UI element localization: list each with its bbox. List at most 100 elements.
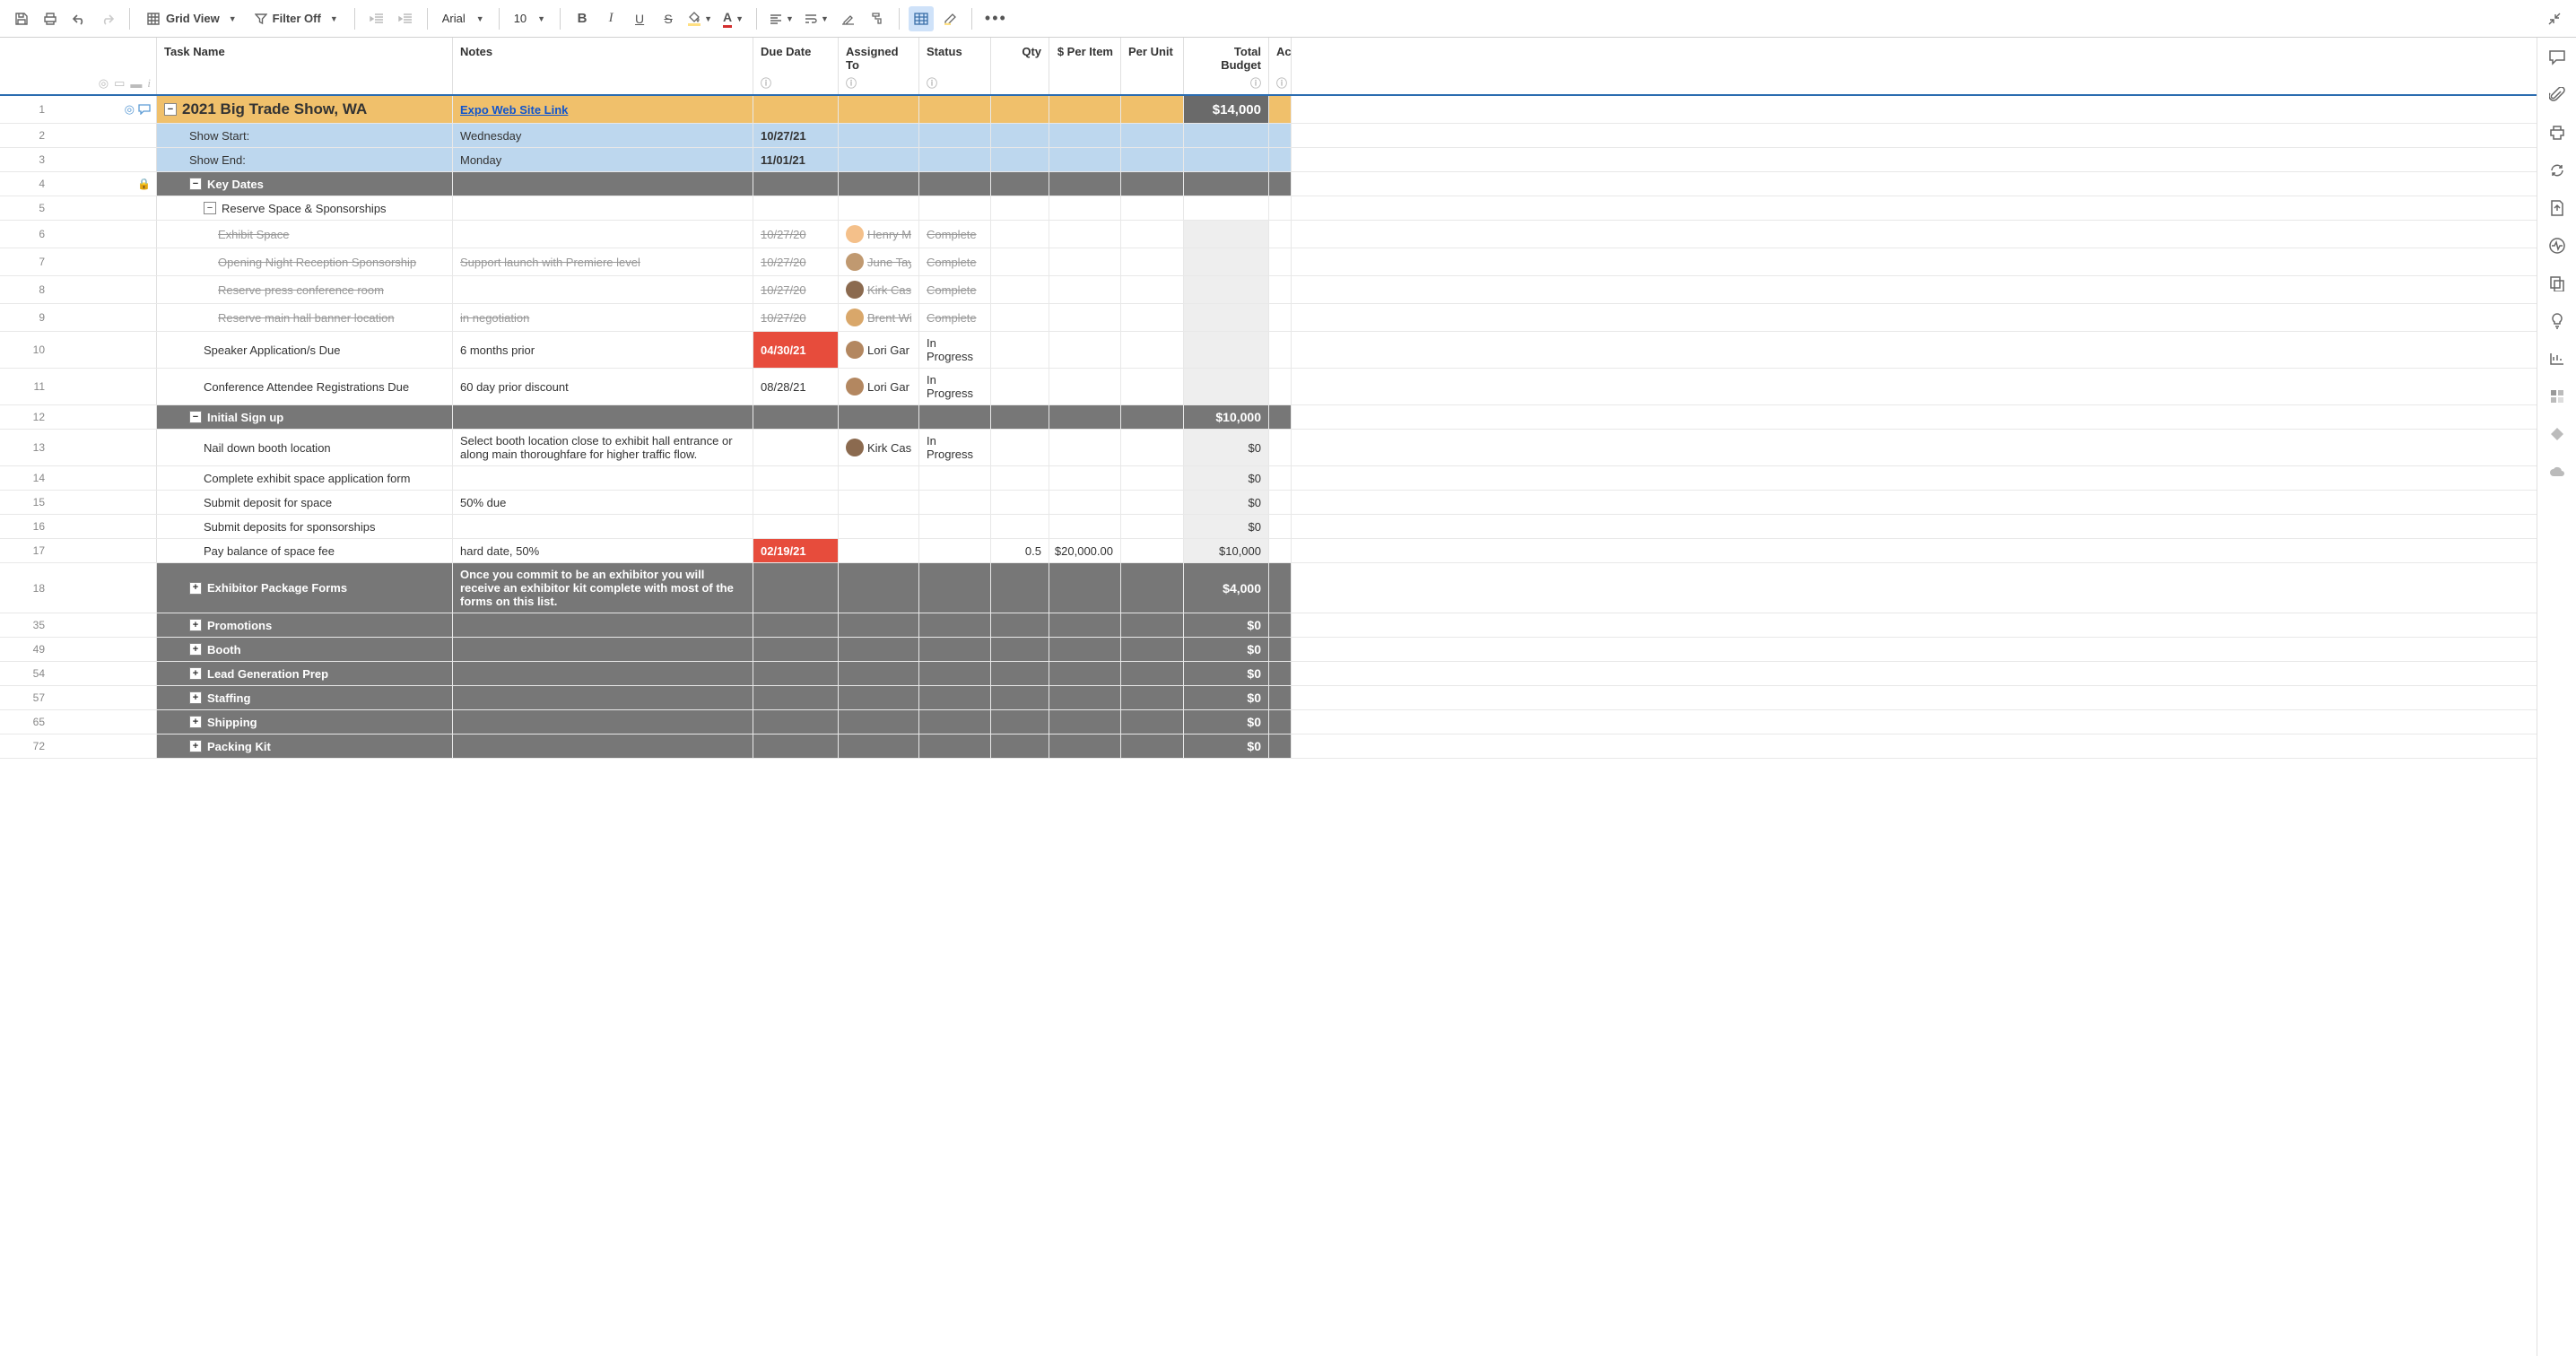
cell-task[interactable]: Nail down booth location	[157, 430, 453, 465]
bold-icon[interactable]: B	[570, 6, 595, 31]
cell-ac[interactable]	[1269, 539, 1292, 562]
cell-status[interactable]	[919, 563, 991, 613]
cell-unit[interactable]	[1121, 248, 1184, 275]
cell-price[interactable]	[1049, 276, 1121, 303]
expand-toggle[interactable]: +	[189, 643, 202, 656]
cell-task[interactable]: Pay balance of space fee	[157, 539, 453, 562]
cell-assigned[interactable]	[839, 539, 919, 562]
header-unit[interactable]: Per Unit	[1121, 38, 1184, 94]
cell-due-date[interactable]	[753, 613, 839, 637]
cell-notes[interactable]: 6 months prior	[453, 332, 753, 368]
cell-ac[interactable]	[1269, 196, 1292, 220]
table-row[interactable]: 4🔒−Key Dates	[0, 172, 2537, 196]
table-row[interactable]: 14Complete exhibit space application for…	[0, 466, 2537, 491]
cell-budget[interactable]	[1184, 248, 1269, 275]
header-qty[interactable]: Qty	[991, 38, 1049, 94]
cell-qty[interactable]	[991, 248, 1049, 275]
cell-assigned[interactable]	[839, 148, 919, 171]
underline-icon[interactable]: U	[627, 6, 652, 31]
cell-status[interactable]	[919, 148, 991, 171]
table-row[interactable]: 1◎−2021 Big Trade Show, WAExpo Web Site …	[0, 96, 2537, 124]
cell-task[interactable]: −Reserve Space & Sponsorships	[157, 196, 453, 220]
chart-panel-icon[interactable]	[2546, 348, 2568, 369]
cell-budget[interactable]: $0	[1184, 515, 1269, 538]
cell-notes[interactable]: Expo Web Site Link	[453, 96, 753, 123]
cell-task[interactable]: +Exhibitor Package Forms	[157, 563, 453, 613]
cell-due-date[interactable]: 10/27/20	[753, 221, 839, 248]
cell-notes[interactable]	[453, 686, 753, 709]
cell-price[interactable]	[1049, 710, 1121, 734]
table-row[interactable]: 7Opening Night Reception SponsorshipSupp…	[0, 248, 2537, 276]
cell-unit[interactable]	[1121, 430, 1184, 465]
cell-task[interactable]: Submit deposit for space	[157, 491, 453, 514]
cell-assigned[interactable]: Kirk Cas	[839, 430, 919, 465]
cell-assigned[interactable]	[839, 172, 919, 196]
cell-status[interactable]	[919, 734, 991, 758]
cell-budget[interactable]	[1184, 148, 1269, 171]
cell-assigned[interactable]	[839, 734, 919, 758]
cell-qty[interactable]	[991, 430, 1049, 465]
cell-notes[interactable]: Once you commit to be an exhibitor you w…	[453, 563, 753, 613]
cell-qty[interactable]	[991, 172, 1049, 196]
apps-panel-icon[interactable]	[2546, 386, 2568, 407]
cell-unit[interactable]	[1121, 304, 1184, 331]
outdent-icon[interactable]	[364, 6, 389, 31]
cell-due-date[interactable]: 02/19/21	[753, 539, 839, 562]
cell-unit[interactable]	[1121, 466, 1184, 490]
cell-ac[interactable]	[1269, 304, 1292, 331]
strikethrough-icon[interactable]: S	[656, 6, 681, 31]
cell-price[interactable]	[1049, 686, 1121, 709]
table-row[interactable]: 57+Staffing$0	[0, 686, 2537, 710]
cell-status[interactable]	[919, 466, 991, 490]
cell-ac[interactable]	[1269, 734, 1292, 758]
table-row[interactable]: 12−Initial Sign up$10,000	[0, 405, 2537, 430]
cell-ac[interactable]	[1269, 221, 1292, 248]
table-row[interactable]: 18+Exhibitor Package FormsOnce you commi…	[0, 563, 2537, 613]
cell-unit[interactable]	[1121, 276, 1184, 303]
cell-ac[interactable]	[1269, 332, 1292, 368]
cell-task[interactable]: +Shipping	[157, 710, 453, 734]
cell-price[interactable]	[1049, 332, 1121, 368]
table-row[interactable]: 16Submit deposits for sponsorships$0	[0, 515, 2537, 539]
cell-due-date[interactable]: 04/30/21	[753, 332, 839, 368]
table-row[interactable]: 9Reserve main hall banner locationin neg…	[0, 304, 2537, 332]
cell-budget[interactable]: $10,000	[1184, 405, 1269, 429]
cell-unit[interactable]	[1121, 539, 1184, 562]
cell-price[interactable]	[1049, 248, 1121, 275]
more-icon[interactable]: •••	[981, 6, 1011, 31]
cell-notes[interactable]	[453, 710, 753, 734]
cell-price[interactable]	[1049, 221, 1121, 248]
cell-budget[interactable]: $10,000	[1184, 539, 1269, 562]
cell-due-date[interactable]	[753, 491, 839, 514]
idea-panel-icon[interactable]	[2546, 310, 2568, 332]
cell-task[interactable]: −2021 Big Trade Show, WA	[157, 96, 453, 123]
diamond-panel-icon[interactable]	[2546, 423, 2568, 445]
grid-area[interactable]: ◎ ▭ ▬ i Task Name Notes Due Dateⓘ Assign…	[0, 38, 2537, 1356]
cell-unit[interactable]	[1121, 613, 1184, 637]
cell-price[interactable]	[1049, 172, 1121, 196]
cell-notes[interactable]: Support launch with Premiere level	[453, 248, 753, 275]
cell-budget[interactable]: $0	[1184, 491, 1269, 514]
cell-budget[interactable]: $0	[1184, 613, 1269, 637]
text-color-dropdown[interactable]: A▼	[719, 6, 747, 31]
collapse-toggle[interactable]: −	[204, 202, 216, 214]
table-row[interactable]: 72+Packing Kit$0	[0, 734, 2537, 759]
cell-notes[interactable]	[453, 515, 753, 538]
attachment-icon[interactable]: ◎	[125, 102, 135, 117]
cell-qty[interactable]	[991, 196, 1049, 220]
cell-budget[interactable]: $0	[1184, 430, 1269, 465]
cell-due-date[interactable]: 10/27/20	[753, 276, 839, 303]
cell-notes[interactable]	[453, 734, 753, 758]
cell-status[interactable]	[919, 686, 991, 709]
cell-budget[interactable]	[1184, 124, 1269, 147]
cell-assigned[interactable]	[839, 638, 919, 661]
wrap-text-dropdown[interactable]: ▼	[801, 6, 832, 31]
cell-status[interactable]: Complete	[919, 221, 991, 248]
cell-price[interactable]	[1049, 96, 1121, 123]
cell-budget[interactable]	[1184, 172, 1269, 196]
cell-unit[interactable]	[1121, 124, 1184, 147]
cell-notes[interactable]: 50% due	[453, 491, 753, 514]
cell-unit[interactable]	[1121, 638, 1184, 661]
grid-view-dropdown[interactable]: Grid View ▼	[139, 6, 244, 31]
cell-task[interactable]: Complete exhibit space application form	[157, 466, 453, 490]
